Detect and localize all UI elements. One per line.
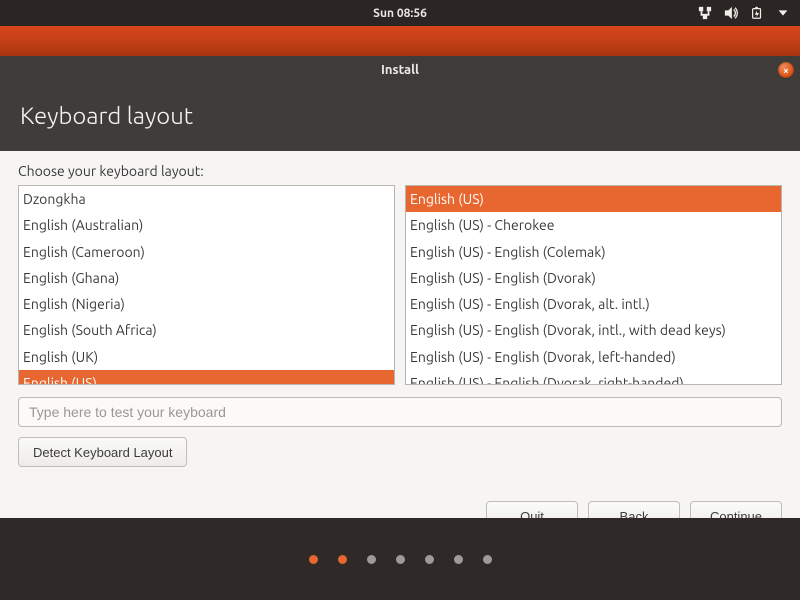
page-dot[interactable] — [367, 555, 376, 564]
chevron-down-icon[interactable] — [776, 6, 790, 20]
list-item[interactable]: English (South Africa) — [19, 317, 394, 343]
list-item[interactable]: English (US) - English (Dvorak, left-han… — [406, 344, 781, 370]
layout-prompt: Choose your keyboard layout: — [18, 163, 782, 179]
power-icon[interactable] — [750, 6, 764, 20]
list-item[interactable]: English (US) - English (Dvorak, intl., w… — [406, 317, 781, 343]
page-dot[interactable] — [483, 555, 492, 564]
window-title: Install — [381, 63, 419, 77]
list-item[interactable]: English (US) - English (Dvorak, right-ha… — [406, 370, 781, 385]
titlebar: Install × — [0, 56, 800, 84]
list-item[interactable]: English (Cameroon) — [19, 239, 394, 265]
list-item[interactable]: English (Nigeria) — [19, 291, 394, 317]
page-dot[interactable] — [396, 555, 405, 564]
page-title: Keyboard layout — [20, 102, 193, 129]
list-item[interactable]: English (US) - Cherokee — [406, 212, 781, 238]
page-dot[interactable] — [454, 555, 463, 564]
page-dot[interactable] — [425, 555, 434, 564]
list-item[interactable]: Dzongkha — [19, 186, 394, 212]
close-button[interactable]: × — [778, 62, 794, 78]
list-item[interactable]: English (US) - English (Colemak) — [406, 239, 781, 265]
list-item[interactable]: English (US) — [406, 186, 781, 212]
network-icon[interactable] — [698, 6, 712, 20]
installer-window: Install × Keyboard layout Choose your ke… — [0, 56, 800, 551]
page-dot[interactable] — [338, 555, 347, 564]
content-area: Choose your keyboard layout: DzongkhaEng… — [0, 151, 800, 483]
list-item[interactable]: English (UK) — [19, 344, 394, 370]
page-header: Keyboard layout — [0, 84, 800, 151]
clock: Sun 08:56 — [373, 7, 427, 20]
keyboard-test-input[interactable] — [18, 397, 782, 427]
list-item[interactable]: English (Australian) — [19, 212, 394, 238]
variant-list[interactable]: English (US)English (US) - CherokeeEngli… — [405, 185, 782, 385]
list-item[interactable]: English (US) - English (Dvorak, alt. int… — [406, 291, 781, 317]
page-dot[interactable] — [309, 555, 318, 564]
detect-layout-button[interactable]: Detect Keyboard Layout — [18, 437, 187, 467]
system-top-panel: Sun 08:56 — [0, 0, 800, 26]
close-icon: × — [783, 65, 789, 76]
layout-list[interactable]: DzongkhaEnglish (Australian)English (Cam… — [18, 185, 395, 385]
volume-icon[interactable] — [724, 6, 738, 20]
list-item[interactable]: English (US) — [19, 370, 394, 385]
list-item[interactable]: English (Ghana) — [19, 265, 394, 291]
system-indicators[interactable] — [698, 0, 790, 26]
list-item[interactable]: English (US) - English (Dvorak) — [406, 265, 781, 291]
layout-lists: DzongkhaEnglish (Australian)English (Cam… — [18, 185, 782, 385]
page-indicator — [0, 518, 800, 600]
desktop-background-strip — [0, 26, 800, 56]
